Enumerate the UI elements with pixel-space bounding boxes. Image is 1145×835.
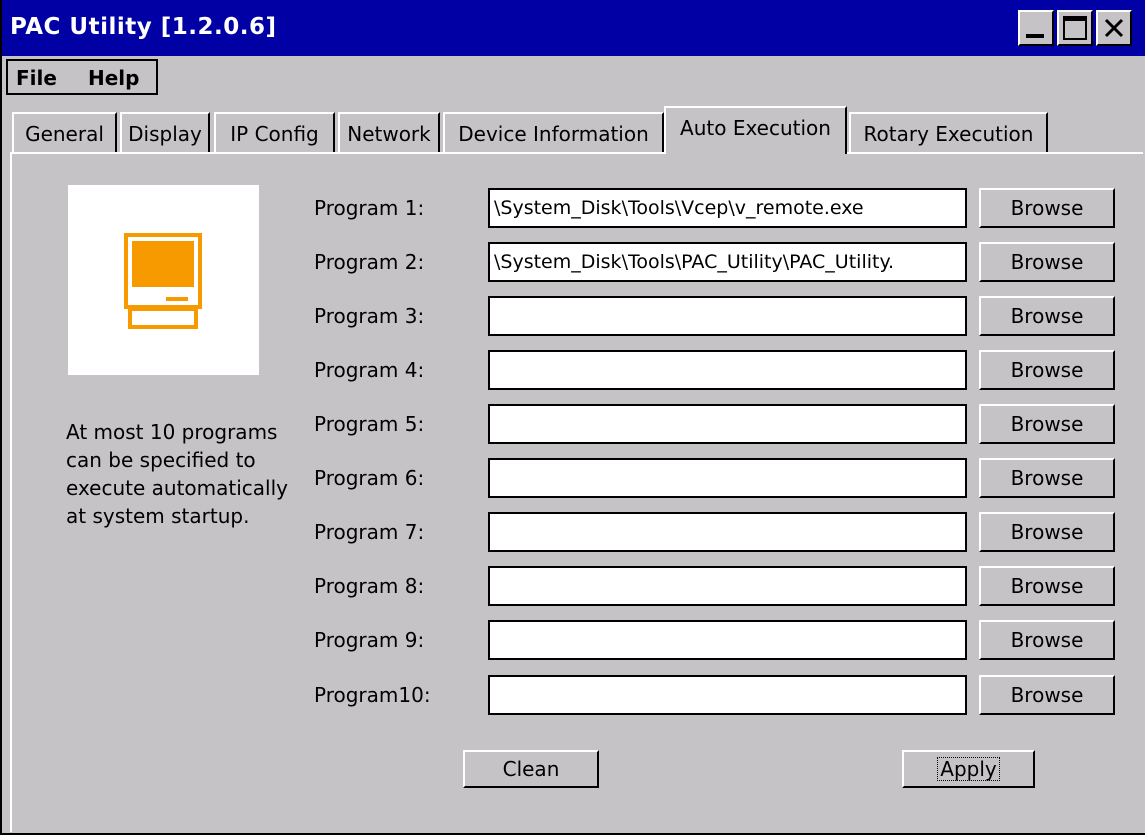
program-5-field[interactable] bbox=[488, 404, 967, 444]
tab-display[interactable]: Display bbox=[120, 112, 210, 152]
program-6-browse-button[interactable]: Browse bbox=[979, 458, 1115, 498]
program-8-field[interactable] bbox=[488, 566, 967, 606]
menu-help[interactable]: Help bbox=[88, 66, 139, 90]
program-4-browse-button[interactable]: Browse bbox=[979, 350, 1115, 390]
program-10-browse-button[interactable]: Browse bbox=[979, 675, 1115, 715]
tab-ip-config[interactable]: IP Config bbox=[214, 112, 335, 152]
program-1-field[interactable]: \System_Disk\Tools\Vcep\v_remote.exe bbox=[488, 188, 967, 228]
program-3-field[interactable] bbox=[488, 296, 967, 336]
program-icon-box bbox=[68, 185, 259, 375]
menu-file[interactable]: File bbox=[16, 66, 57, 90]
auto-execution-note: At most 10 programs can be specified to … bbox=[66, 420, 289, 528]
program-6-field[interactable] bbox=[488, 458, 967, 498]
tab-rotary-execution[interactable]: Rotary Execution bbox=[849, 112, 1048, 152]
program-2-field[interactable]: \System_Disk\Tools\PAC_Utility\PAC_Utili… bbox=[488, 242, 967, 282]
tab-auto-execution[interactable]: Auto Execution bbox=[664, 106, 847, 154]
computer-icon bbox=[124, 233, 202, 329]
program-1-browse-button[interactable]: Browse bbox=[979, 188, 1115, 228]
program-3-browse-button[interactable]: Browse bbox=[979, 296, 1115, 336]
close-icon bbox=[1104, 18, 1124, 38]
program-7-label: Program 7: bbox=[314, 520, 425, 544]
program-1-label: Program 1: bbox=[314, 196, 425, 220]
maximize-icon bbox=[1063, 16, 1087, 40]
tab-general[interactable]: General bbox=[12, 112, 117, 152]
minimize-button[interactable] bbox=[1018, 10, 1054, 46]
menu-bar: File Help bbox=[2, 56, 1145, 98]
program-7-field[interactable] bbox=[488, 512, 967, 552]
program-2-label: Program 2: bbox=[314, 250, 425, 274]
program-5-browse-button[interactable]: Browse bbox=[979, 404, 1115, 444]
tab-device-information[interactable]: Device Information bbox=[443, 112, 664, 152]
program-3-label: Program 3: bbox=[314, 304, 425, 328]
window-title: PAC Utility [1.2.0.6] bbox=[10, 14, 277, 40]
program-9-label: Program 9: bbox=[314, 628, 425, 652]
menu-group: File Help bbox=[6, 59, 158, 95]
pac-utility-window: PAC Utility [1.2.0.6] File Help General … bbox=[0, 0, 1145, 835]
program-9-field[interactable] bbox=[488, 620, 967, 660]
program-8-label: Program 8: bbox=[314, 574, 425, 598]
program-4-field[interactable] bbox=[488, 350, 967, 390]
close-button[interactable] bbox=[1096, 10, 1132, 46]
program-8-browse-button[interactable]: Browse bbox=[979, 566, 1115, 606]
program-5-label: Program 5: bbox=[314, 412, 425, 436]
program-10-label: Program10: bbox=[314, 683, 431, 707]
apply-button[interactable]: Apply bbox=[902, 750, 1035, 788]
program-6-label: Program 6: bbox=[314, 466, 425, 490]
program-4-label: Program 4: bbox=[314, 358, 425, 382]
minimize-icon bbox=[1026, 34, 1044, 38]
program-9-browse-button[interactable]: Browse bbox=[979, 620, 1115, 660]
program-10-field[interactable] bbox=[488, 675, 967, 715]
program-2-browse-button[interactable]: Browse bbox=[979, 242, 1115, 282]
title-bar[interactable]: PAC Utility [1.2.0.6] bbox=[2, 0, 1145, 56]
tab-network[interactable]: Network bbox=[338, 112, 440, 152]
program-7-browse-button[interactable]: Browse bbox=[979, 512, 1115, 552]
apply-button-label: Apply bbox=[937, 757, 1000, 781]
maximize-button[interactable] bbox=[1057, 10, 1093, 46]
clean-button[interactable]: Clean bbox=[463, 750, 599, 788]
